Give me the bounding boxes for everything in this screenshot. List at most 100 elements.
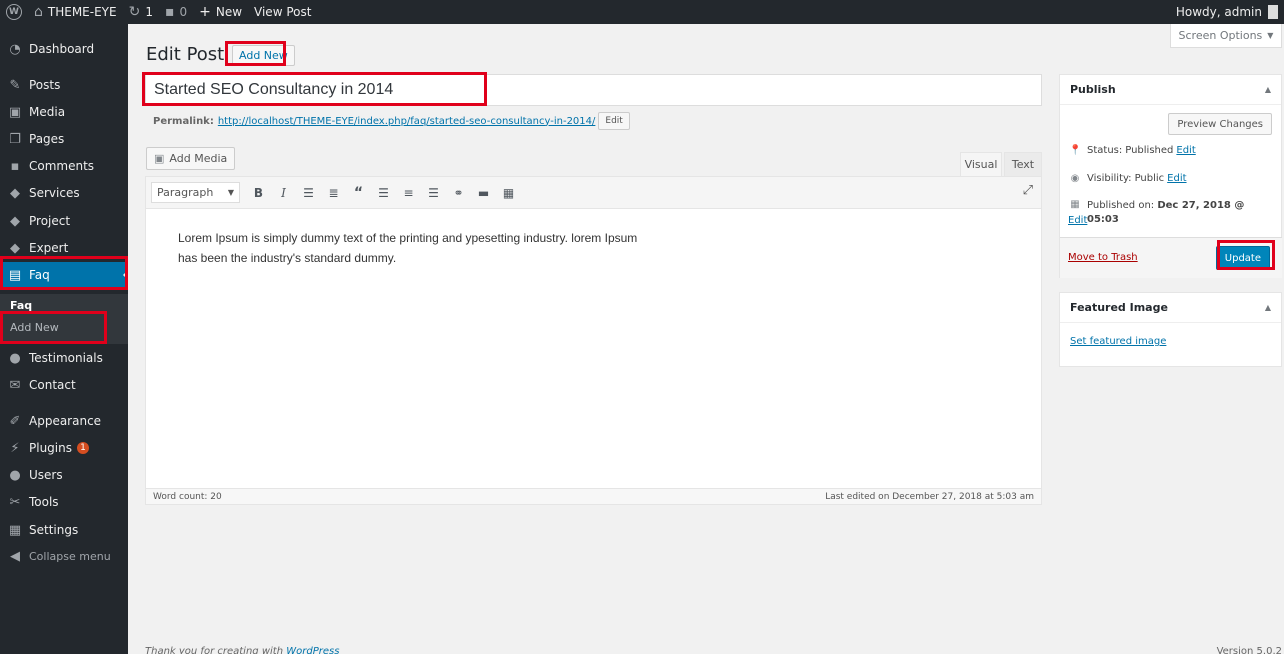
numbered-list-icon[interactable]: ≣ [321, 181, 346, 205]
comments-count: 0 [179, 5, 188, 19]
new-content-link[interactable]: + New [193, 0, 248, 24]
visibility-label: Visibility: [1087, 173, 1132, 184]
menu-label: Posts [29, 78, 61, 92]
view-post-link[interactable]: View Post [248, 0, 317, 24]
site-name-link[interactable]: ⌂ THEME-EYE [28, 0, 123, 24]
menu-media[interactable]: ▣ Media [0, 99, 128, 125]
align-left-icon[interactable]: ☰ [371, 181, 396, 205]
editor-content[interactable]: Lorem Ipsum is simply dummy text of the … [178, 228, 648, 268]
dashboard-icon: ◔ [9, 41, 21, 57]
tab-text[interactable]: Text [1004, 152, 1042, 176]
plugin-icon: ⚡ [10, 440, 20, 456]
publish-header[interactable]: Publish ▲ [1060, 75, 1281, 105]
footer-version: Version 5.0.2 [1216, 646, 1282, 654]
menu-tools[interactable]: ✂ Tools [0, 489, 128, 515]
set-featured-image-link[interactable]: Set featured image [1070, 336, 1166, 347]
bullet-list-icon[interactable]: ☰ [296, 181, 321, 205]
editor-statusbar: Word count: 20 Last edited on December 2… [145, 488, 1042, 505]
preview-changes-button[interactable]: Preview Changes [1168, 113, 1272, 135]
post-title-input[interactable] [145, 74, 1042, 106]
comments-link[interactable]: ▪ 0 [159, 0, 193, 24]
menu-services[interactable]: ◆ Services [0, 180, 128, 206]
screen-options-button[interactable]: Screen Options ▼ [1170, 24, 1282, 48]
new-label: New [215, 5, 243, 19]
menu-pages[interactable]: ❐ Pages [0, 126, 128, 152]
menu-label: Project [29, 214, 71, 228]
wordpress-logo-icon: W [6, 4, 22, 20]
menu-appearance[interactable]: ✐ Appearance [0, 408, 128, 434]
status-edit-link[interactable]: Edit [1176, 145, 1195, 156]
faq-submenu: Faq Add New [0, 294, 128, 344]
toolbar-toggle-icon[interactable]: ▦ [496, 181, 521, 205]
visibility-edit-link[interactable]: Edit [1167, 173, 1186, 184]
plus-icon: + [199, 4, 211, 20]
screen-options-label: Screen Options [1178, 29, 1263, 42]
tag-icon: ◆ [10, 185, 20, 201]
permalink-url[interactable]: http://localhost/THEME-EYE/index.php/faq… [218, 116, 596, 127]
tab-text-label: Text [1011, 158, 1035, 171]
admin-menu: ◔ Dashboard ✎ Posts ▣ Media ❐ Pages ▪ Co… [0, 24, 128, 654]
move-to-trash-link[interactable]: Move to Trash [1068, 252, 1138, 263]
menu-faq[interactable]: ▤ Faq [0, 262, 128, 288]
toggle-up-icon[interactable]: ▲ [1265, 303, 1271, 312]
format-select[interactable]: Paragraph ▼ [151, 182, 240, 203]
italic-button[interactable]: I [271, 181, 296, 205]
submenu-faq[interactable]: Faq [10, 299, 32, 312]
user-icon: ● [9, 350, 21, 366]
menu-posts[interactable]: ✎ Posts [0, 72, 128, 98]
updates-icon: ↻ [128, 4, 141, 20]
menu-plugins[interactable]: ⚡ Plugins 1 [0, 435, 128, 461]
media-icon: ▣ [8, 104, 22, 120]
align-center-icon[interactable]: ≡ [396, 181, 421, 205]
menu-project[interactable]: ◆ Project [0, 208, 128, 234]
comment-icon: ▪ [164, 4, 175, 20]
toggle-up-icon[interactable]: ▲ [1265, 85, 1271, 94]
bold-button[interactable]: B [246, 181, 271, 205]
update-button[interactable]: Update [1215, 246, 1270, 270]
add-media-button[interactable]: ▣ Add Media [146, 147, 236, 170]
menu-settings[interactable]: ▦ Settings [0, 517, 128, 543]
pin-icon: ✎ [9, 77, 21, 93]
my-account[interactable]: Howdy, admin [1176, 0, 1284, 24]
pin-icon: 📍 [1069, 145, 1082, 156]
updates-link[interactable]: ↻ 1 [123, 0, 159, 24]
link-icon[interactable]: ⚭ [446, 181, 471, 205]
submenu-add-new[interactable]: Add New [10, 321, 59, 334]
wordpress-link[interactable]: WordPress [286, 646, 339, 654]
caret-down-icon: ▼ [1267, 31, 1274, 40]
collapse-menu-button[interactable]: ◀ Collapse menu [0, 543, 128, 569]
read-more-icon[interactable]: ▬ [471, 181, 496, 205]
last-edited: Last edited on December 27, 2018 at 5:03… [825, 491, 1034, 502]
menu-label: Appearance [29, 414, 102, 428]
menu-label: Dashboard [29, 42, 95, 56]
add-new-button[interactable]: Add New [232, 45, 295, 66]
settings-icon: ▦ [8, 522, 22, 538]
publish-heading: Publish [1070, 83, 1116, 96]
collapse-icon: ◀ [10, 548, 20, 564]
menu-contact[interactable]: ✉ Contact [0, 372, 128, 398]
tag-icon: ◆ [10, 240, 20, 256]
tag-icon: ◆ [10, 213, 20, 229]
menu-comments[interactable]: ▪ Comments [0, 153, 128, 179]
blockquote-icon[interactable]: “ [346, 181, 371, 205]
featured-image-header[interactable]: Featured Image ▲ [1060, 293, 1281, 323]
wordpress-logo-button[interactable]: W [0, 0, 28, 24]
menu-testimonials[interactable]: ● Testimonials [0, 345, 128, 371]
featured-image-heading: Featured Image [1070, 301, 1168, 314]
published-edit-link[interactable]: Edit [1068, 215, 1087, 226]
eye-icon: ◉ [1070, 173, 1080, 184]
fullscreen-icon[interactable]: ⤢ [1023, 183, 1033, 198]
collapse-label: Collapse menu [29, 549, 111, 563]
menu-label: Tools [29, 495, 59, 509]
users-icon: ● [9, 467, 21, 483]
tab-visual[interactable]: Visual [960, 152, 1002, 176]
permalink-edit-button[interactable]: Edit [598, 112, 630, 130]
menu-label: Settings [29, 523, 79, 537]
menu-expert[interactable]: ◆ Expert [0, 235, 128, 261]
menu-label: Comments [29, 159, 95, 173]
format-value: Paragraph [157, 186, 214, 199]
align-right-icon[interactable]: ☰ [421, 181, 446, 205]
menu-users[interactable]: ● Users [0, 462, 128, 488]
footer-thanks: Thank you for creating with WordPress [145, 646, 339, 654]
menu-dashboard[interactable]: ◔ Dashboard [0, 36, 128, 62]
